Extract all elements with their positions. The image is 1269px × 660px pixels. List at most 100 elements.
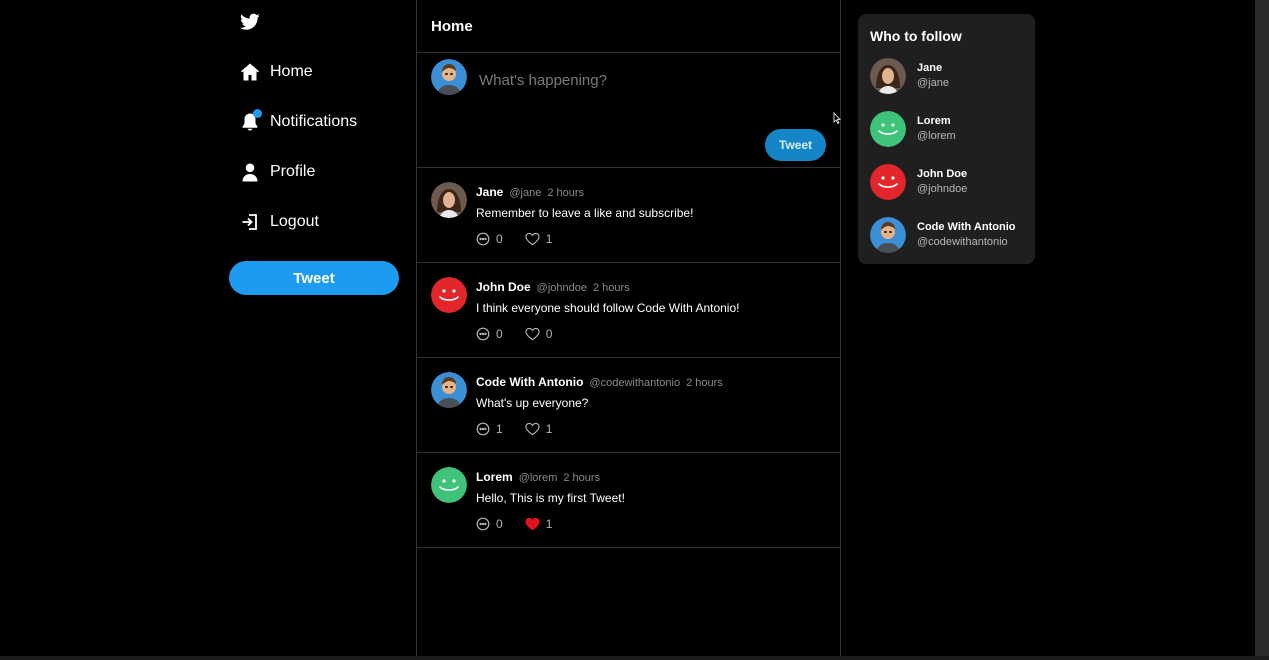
follow-suggestion[interactable]: Lorem @lorem	[870, 111, 1030, 149]
sidebar: Home Notifications Profile Logout Tweet	[0, 0, 417, 656]
composer-avatar	[431, 59, 467, 95]
follow-handle: @lorem	[917, 130, 956, 142]
tweet-item[interactable]: Jane @jane 2 hours Remember to leave a lik…	[417, 168, 840, 263]
user-icon	[240, 162, 260, 182]
like-button[interactable]: 0	[525, 327, 553, 341]
tweet-actions: 0 0	[476, 327, 552, 341]
avatar[interactable]	[431, 182, 467, 218]
nav-profile[interactable]: Profile	[240, 160, 315, 184]
tweet-author[interactable]: Code With Antonio	[476, 375, 583, 389]
follow-name: Lorem	[917, 115, 951, 127]
tweet-composer: Tweet	[417, 53, 840, 168]
comment-button[interactable]: 0	[476, 232, 503, 246]
comment-icon	[476, 517, 490, 531]
feed: Home Tweet Jane @jane 2 hours Remember to …	[416, 0, 841, 656]
tweet-header: Jane @jane 2 hours	[476, 185, 584, 199]
follow-suggestion[interactable]: John Doe @johndoe	[870, 164, 1030, 202]
avatar[interactable]	[431, 372, 467, 408]
tweet-handle: @johndoe	[536, 282, 587, 294]
nav-label-home: Home	[270, 63, 313, 80]
heart-icon	[525, 327, 540, 341]
nav-home[interactable]: Home	[240, 60, 313, 84]
comment-count: 1	[496, 422, 503, 436]
like-button[interactable]: 1	[525, 517, 553, 531]
tweet-handle: @lorem	[518, 472, 558, 484]
tweet-author[interactable]: Jane	[476, 185, 503, 199]
logout-icon	[240, 212, 260, 232]
who-to-follow-title: Who to follow	[870, 28, 962, 44]
avatar	[870, 217, 906, 253]
follow-handle: @codewithantonio	[917, 236, 1008, 248]
tweet-actions: 1 1	[476, 422, 552, 436]
follow-suggestion[interactable]: Jane @jane	[870, 58, 1030, 96]
home-icon	[240, 62, 260, 82]
comment-icon	[476, 232, 490, 246]
tweet-header: John Doe @johndoe 2 hours	[476, 280, 630, 294]
like-count: 1	[545, 422, 553, 436]
tweet-time: 2 hours	[593, 282, 630, 294]
tweet-author[interactable]: John Doe	[476, 280, 531, 294]
twitter-bird-icon[interactable]	[240, 13, 260, 31]
window-bottom-edge	[0, 656, 1269, 660]
nav-label-profile: Profile	[270, 163, 316, 180]
tweet-time: 2 hours	[686, 377, 723, 389]
tweet-actions: 0 1	[476, 232, 552, 246]
nav-label-logout: Logout	[270, 213, 319, 230]
tweet-author[interactable]: Lorem	[476, 470, 513, 484]
avatar[interactable]	[431, 277, 467, 313]
tweet-header: Lorem @lorem 2 hours	[476, 470, 600, 484]
like-button[interactable]: 1	[525, 422, 553, 436]
follow-name: Jane	[917, 62, 943, 74]
follow-suggestion[interactable]: Code With Antonio @codewithantonio	[870, 217, 1030, 255]
tweet-text: I think everyone should follow Code With…	[476, 301, 740, 315]
sidebar-tweet-button[interactable]: Tweet	[229, 261, 399, 295]
heart-icon	[525, 422, 540, 436]
window-edge	[1255, 0, 1269, 660]
like-count: 1	[545, 517, 553, 531]
mouse-cursor-icon	[833, 111, 841, 124]
tweet-text: Hello, This is my first Tweet!	[476, 491, 625, 505]
avatar[interactable]	[431, 467, 467, 503]
tweet-text: What's up everyone?	[476, 396, 589, 410]
follow-name: Code With Antonio	[917, 221, 1016, 233]
comment-button[interactable]: 1	[476, 422, 503, 436]
comment-icon	[476, 327, 490, 341]
comment-count: 0	[496, 327, 503, 341]
heart-icon	[525, 232, 540, 246]
comment-button[interactable]: 0	[476, 517, 503, 531]
tweet-handle: @codewithantonio	[589, 377, 681, 389]
tweet-actions: 0 1	[476, 517, 552, 531]
nav-label-notifications: Notifications	[270, 113, 358, 130]
tweet-item[interactable]: John Doe @johndoe 2 hours I think everyone…	[417, 263, 840, 358]
tweet-item[interactable]: Lorem @lorem 2 hours Hello, This is my fir…	[417, 453, 840, 548]
comment-count: 0	[496, 517, 503, 531]
like-count: 0	[545, 327, 553, 341]
bell-icon	[240, 109, 262, 132]
tweet-time: 2 hours	[563, 472, 601, 484]
comment-icon	[476, 422, 490, 436]
follow-handle: @johndoe	[917, 183, 968, 195]
page-title: Home	[417, 0, 840, 53]
tweet-text: Remember to leave a like and subscribe!	[476, 206, 694, 220]
like-button[interactable]: 1	[525, 232, 553, 246]
notification-dot	[253, 109, 262, 118]
nav-logout[interactable]: Logout	[240, 210, 319, 234]
app-screen: Home Notifications Profile Logout Tweet …	[0, 0, 1269, 660]
nav-notifications[interactable]: Notifications	[240, 109, 358, 134]
comment-button[interactable]: 0	[476, 327, 503, 341]
compose-tweet-button[interactable]: Tweet	[765, 129, 826, 161]
compose-input[interactable]	[479, 67, 819, 93]
tweet-time: 2 hours	[547, 187, 585, 199]
like-count: 1	[545, 232, 553, 246]
comment-count: 0	[496, 232, 503, 246]
avatar	[870, 58, 906, 94]
tweet-handle: @jane	[509, 187, 542, 199]
tweet-item[interactable]: Code With Antonio @codewithantonio 2 hours…	[417, 358, 840, 453]
avatar	[870, 164, 906, 200]
follow-name: John Doe	[917, 168, 968, 180]
heart-filled-icon	[525, 517, 540, 531]
avatar	[870, 111, 906, 147]
tweet-header: Code With Antonio @codewithantonio 2 hours	[476, 375, 723, 389]
who-to-follow-card: Who to follow Jane @jane Lorem @lorem Jo…	[858, 14, 1035, 264]
follow-handle: @jane	[917, 77, 949, 89]
